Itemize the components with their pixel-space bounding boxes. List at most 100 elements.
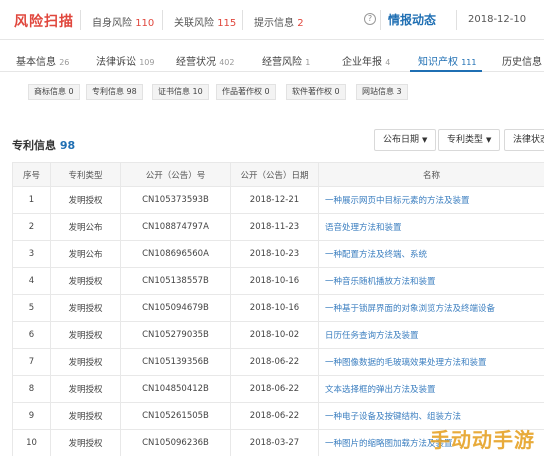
- table-cell: CN105139356B: [120, 348, 231, 376]
- table-cell: 发明授权: [50, 375, 121, 403]
- table-cell: 2018-10-02: [230, 321, 319, 349]
- tab-operations[interactable]: 经营状况 402: [176, 53, 234, 68]
- help-icon[interactable]: ?: [364, 13, 376, 25]
- subtab-website[interactable]: 网站信息 3: [356, 84, 408, 100]
- related-risk-label: 关联风险: [174, 18, 214, 29]
- related-risk-link[interactable]: 关联风险 115: [174, 14, 236, 29]
- table-row: 1 发明授权 CN105373593B 2018-12-21 一种展示网页中目标元素的方…: [12, 186, 544, 214]
- table-cell: 6: [12, 321, 51, 349]
- tab-operating-risk[interactable]: 经营风险 1: [262, 53, 310, 68]
- patent-name-link[interactable]: 一种音乐随机播放方法和装置: [318, 267, 544, 295]
- risk-scan-logo: 风险扫描: [14, 14, 74, 30]
- patent-name-link[interactable]: 一种图像数据的毛玻璃效果处理方法和装置: [318, 348, 544, 376]
- table-row: 3 发明公布 CN108696560A 2018-10-23 一种配置方法及终端、系统: [12, 240, 544, 268]
- table-cell: 2018-06-22: [230, 375, 319, 403]
- watermark-logo: 手动动手游: [430, 428, 535, 452]
- table-cell: 发明授权: [50, 267, 121, 295]
- related-risk-count: 115: [217, 18, 237, 29]
- hint-info-link[interactable]: 提示信息 2: [254, 14, 304, 29]
- table-cell: 5: [12, 294, 51, 322]
- chevron-down-icon: ▼: [422, 136, 428, 144]
- active-tab-indicator: [410, 70, 482, 72]
- column-header: 序号: [12, 162, 51, 187]
- table-cell: 2: [12, 213, 51, 241]
- table-cell: CN105094679B: [120, 294, 231, 322]
- main-tabs: 基本信息 26 法律诉讼 109 经营状况 402 经营风险 1 企业年报 4 …: [0, 46, 544, 72]
- table-cell: CN105138557B: [120, 267, 231, 295]
- section-title: 专利信息 98: [12, 139, 76, 152]
- patent-name-link[interactable]: 语音处理方法和装置: [318, 213, 544, 241]
- table-row: 8 发明授权 CN104850412B 2018-06-22 文本选择框的弹出方法及装置: [12, 375, 544, 403]
- tab-basic-info[interactable]: 基本信息 26: [16, 53, 69, 68]
- tab-annual-report[interactable]: 企业年报 4: [342, 53, 390, 68]
- table-header-row: 序号 专利类型 公开（公告）号 公开（公告）日期 名称: [12, 162, 544, 187]
- divider: [242, 10, 243, 30]
- hint-info-count: 2: [297, 18, 304, 29]
- table-cell: 发明公布: [50, 213, 121, 241]
- chevron-down-icon: ▼: [486, 136, 492, 144]
- table-row: 7 发明授权 CN105139356B 2018-06-22 一种图像数据的毛玻璃效果处…: [12, 348, 544, 376]
- subtab-trademark[interactable]: 商标信息 0: [28, 84, 80, 100]
- table-cell: 1: [12, 186, 51, 214]
- legal-status-dropdown[interactable]: 法律状态▼: [504, 129, 544, 151]
- table-cell: 2018-03-27: [230, 429, 319, 456]
- table-cell: CN105279035B: [120, 321, 231, 349]
- table-cell: 发明公布: [50, 240, 121, 268]
- table-cell: CN105096236B: [120, 429, 231, 456]
- table-row: 4 发明授权 CN105138557B 2018-10-16 一种音乐随机播放方法和装置: [12, 267, 544, 295]
- patent-name-link[interactable]: 一种基于锁屏界面的对象浏览方法及终端设备: [318, 294, 544, 322]
- table-cell: CN105373593B: [120, 186, 231, 214]
- table-row: 5 发明授权 CN105094679B 2018-10-16 一种基于锁屏界面的对象浏览…: [12, 294, 544, 322]
- column-header: 名称: [318, 162, 544, 187]
- subtab-certificate[interactable]: 证书信息 10: [152, 84, 209, 100]
- pub-date-dropdown[interactable]: 公布日期 ▼: [374, 129, 437, 151]
- table-cell: 发明授权: [50, 429, 121, 456]
- table-row: 6 发明授权 CN105279035B 2018-10-02 日历任务查询方法及装置: [12, 321, 544, 349]
- table-cell: 2018-06-22: [230, 348, 319, 376]
- table-cell: 2018-10-16: [230, 267, 319, 295]
- tab-intellectual-property[interactable]: 知识产权 111: [418, 53, 476, 68]
- table-cell: 2018-11-23: [230, 213, 319, 241]
- table-cell: CN108696560A: [120, 240, 231, 268]
- table-cell: CN104850412B: [120, 375, 231, 403]
- table-cell: 10: [12, 429, 51, 456]
- hint-info-label: 提示信息: [254, 18, 294, 29]
- patent-name-link[interactable]: 一种展示网页中目标元素的方法及装置: [318, 186, 544, 214]
- news-date: 2018-12-10: [468, 14, 527, 25]
- patent-name-link[interactable]: 日历任务查询方法及装置: [318, 321, 544, 349]
- table-cell: 2018-10-23: [230, 240, 319, 268]
- table-cell: 发明授权: [50, 186, 121, 214]
- table-cell: 9: [12, 402, 51, 430]
- table-cell: 4: [12, 267, 51, 295]
- patent-name-link[interactable]: 一种配置方法及终端、系统: [318, 240, 544, 268]
- patent-table: 序号 专利类型 公开（公告）号 公开（公告）日期 名称 1 发明授权 CN10537…: [12, 162, 544, 456]
- table-cell: 2018-06-22: [230, 402, 319, 430]
- table-cell: 2018-10-16: [230, 294, 319, 322]
- self-risk-label: 自身风险: [92, 18, 132, 29]
- table-cell: CN105261505B: [120, 402, 231, 430]
- table-cell: 7: [12, 348, 51, 376]
- divider: [380, 10, 381, 30]
- table-cell: 发明授权: [50, 294, 121, 322]
- tab-lawsuits[interactable]: 法律诉讼 109: [96, 53, 154, 68]
- divider: [162, 10, 163, 30]
- table-row: 2 发明公布 CN108874797A 2018-11-23 语音处理方法和装置: [12, 213, 544, 241]
- table-cell: CN108874797A: [120, 213, 231, 241]
- risk-scan-bar: 风险扫描 自身风险 110 关联风险 115 提示信息 2 ? 情报动态 201…: [0, 0, 544, 40]
- table-cell: 发明授权: [50, 348, 121, 376]
- table-cell: 发明授权: [50, 402, 121, 430]
- subtab-patent[interactable]: 专利信息 98: [86, 84, 143, 100]
- tab-history[interactable]: 历史信息: [502, 53, 542, 68]
- self-risk-link[interactable]: 自身风险 110: [92, 14, 154, 29]
- table-cell: 8: [12, 375, 51, 403]
- column-header: 专利类型: [50, 162, 121, 187]
- patent-name-link[interactable]: 文本选择框的弹出方法及装置: [318, 375, 544, 403]
- news-link[interactable]: 情报动态: [388, 11, 436, 28]
- divider: [456, 10, 457, 30]
- subtab-software-copyright[interactable]: 软件著作权 0: [286, 84, 346, 100]
- self-risk-count: 110: [135, 18, 155, 29]
- subtab-works-copyright[interactable]: 作品著作权 0: [216, 84, 276, 100]
- patent-type-dropdown[interactable]: 专利类型 ▼: [438, 129, 501, 151]
- table-cell: 3: [12, 240, 51, 268]
- table-cell: 2018-12-21: [230, 186, 319, 214]
